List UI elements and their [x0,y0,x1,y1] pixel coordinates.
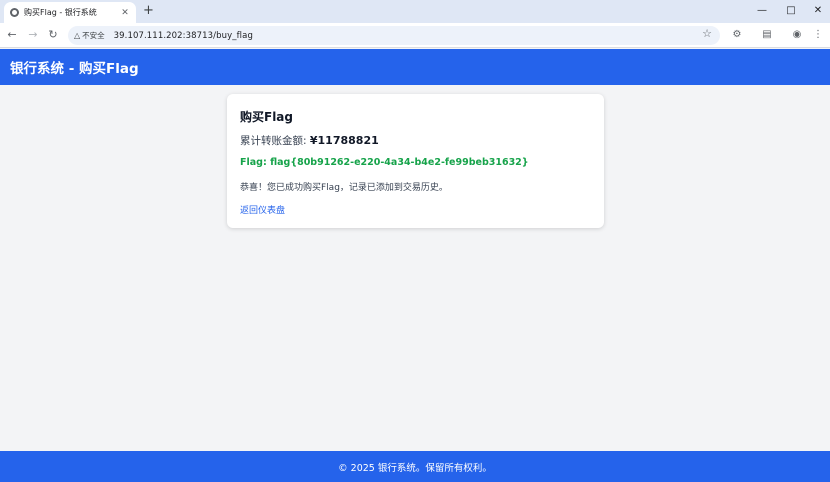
back-icon[interactable]: ← [5,28,19,42]
tab-title: 购买Flag - 银行系统 [24,8,97,17]
site-header: 银行系统 - 购买Flag [0,49,830,85]
page-title: 银行系统 - 购买Flag [10,61,139,77]
back-to-dashboard-link[interactable]: 返回仪表盘 [240,203,285,216]
purchase-card: 购买Flag 累计转账金额: ¥11788821 Flag: flag{80b9… [227,94,604,228]
browser-tab-bar: 购买Flag - 银行系统 ✕ + — □ ✕ [0,0,830,23]
reload-icon[interactable]: ↻ [46,28,60,42]
star-icon[interactable]: ☆ [702,27,712,40]
globe-icon [10,8,19,17]
menu-icon[interactable]: ⋮ [811,28,825,42]
success-message: 恭喜！您已成功购买Flag，记录已添加到交易历史。 [240,183,448,193]
forward-icon[interactable]: → [26,28,40,42]
amount-value: ¥11788821 [309,134,379,147]
insecure-label[interactable]: 不安全 [82,30,105,41]
url-text[interactable]: 39.107.111.202:38713/buy_flag [114,31,253,41]
reading-mode-icon[interactable]: ▤ [760,28,774,42]
footer-text: © 2025 银行系统。保留所有权利。 [338,462,492,474]
amount-label: 累计转账金额: [240,135,310,147]
profile-icon[interactable]: ◉ [790,28,804,42]
warning-icon: △ [74,31,81,40]
address-bar[interactable]: △ 不安全 39.107.111.202:38713/buy_flag ☆ [68,26,720,45]
flag-text: Flag: flag{80b91262-e220-4a34-b4e2-fe99b… [240,157,529,168]
amount-row: 累计转账金额: ¥11788821 [240,133,379,148]
new-tab-button[interactable]: + [143,3,154,19]
maximize-icon[interactable]: □ [784,3,798,19]
extensions-icon[interactable]: ⚙ [730,28,744,42]
browser-toolbar: ← → ↻ △ 不安全 39.107.111.202:38713/buy_fla… [0,23,830,48]
close-icon[interactable]: ✕ [811,3,825,19]
minimize-icon[interactable]: — [755,3,769,19]
browser-tab[interactable]: 购买Flag - 银行系统 ✕ [4,2,136,23]
site-footer: © 2025 银行系统。保留所有权利。 [0,451,830,482]
card-title: 购买Flag [240,110,293,124]
tab-close-icon[interactable]: ✕ [120,8,130,18]
